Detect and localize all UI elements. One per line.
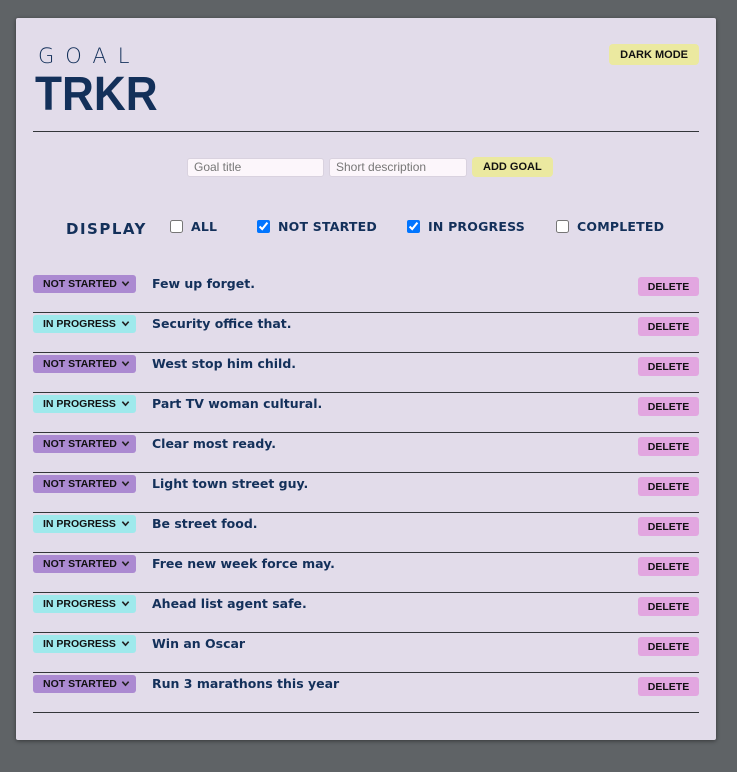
goal-row: IN PROGRESS Security office that. DELETE [33,313,699,353]
status-label: NOT STARTED [43,358,117,370]
chevron-down-icon [121,601,130,607]
status-label: NOT STARTED [43,478,117,490]
goal-title: Run 3 marathons this year [152,676,340,691]
logo-trkr-text: TRKR [35,68,158,121]
status-label: IN PROGRESS [43,318,116,330]
status-label: NOT STARTED [43,558,117,570]
goal-title: Clear most ready. [152,436,277,451]
status-label: NOT STARTED [43,678,117,690]
chevron-down-icon [121,401,130,407]
status-label: IN PROGRESS [43,398,116,410]
dark-mode-button[interactable]: DARK MODE [609,44,699,65]
goal-row: NOT STARTED Free new week force may. DEL… [33,553,699,593]
goal-row: IN PROGRESS Win an Oscar DELETE [33,633,699,673]
goal-title: Security office that. [152,316,292,331]
filter-all-label: ALL [191,219,218,234]
display-filter-bar: DISPLAY ALL NOT STARTED IN PROGRESS COMP… [16,218,716,240]
chevron-down-icon [121,321,130,327]
delete-button[interactable]: DELETE [638,277,699,296]
status-select[interactable]: IN PROGRESS [33,315,136,333]
add-goal-form: ADD GOAL [187,157,553,177]
goal-title: Ahead list agent safe. [152,596,307,611]
chevron-down-icon [121,681,130,687]
filter-completed[interactable]: COMPLETED [556,219,664,234]
goal-row: IN PROGRESS Part TV woman cultural. DELE… [33,393,699,433]
goal-title: West stop him child. [152,356,297,371]
delete-button[interactable]: DELETE [638,597,699,616]
delete-button[interactable]: DELETE [638,477,699,496]
goal-title: Part TV woman cultural. [152,396,323,411]
status-select[interactable]: IN PROGRESS [33,515,136,533]
goal-title-input[interactable] [187,157,324,177]
chevron-down-icon [121,641,130,647]
goal-title: Free new week force may. [152,556,335,571]
chevron-down-icon [121,361,130,367]
header-divider [33,131,699,132]
status-select[interactable]: NOT STARTED [33,275,136,293]
app-panel: GOAL TRKR DARK MODE ADD GOAL DISPLAY ALL… [16,18,716,740]
status-select[interactable]: IN PROGRESS [33,595,136,613]
delete-button[interactable]: DELETE [638,317,699,336]
goal-row: NOT STARTED Few up forget. DELETE [33,273,699,313]
chevron-down-icon [121,481,130,487]
filter-not-started[interactable]: NOT STARTED [257,219,377,234]
chevron-down-icon [121,521,130,527]
delete-button[interactable]: DELETE [638,677,699,696]
goal-description-input[interactable] [329,157,467,177]
status-label: IN PROGRESS [43,518,116,530]
goal-row: NOT STARTED West stop him child. DELETE [33,353,699,393]
filter-completed-checkbox[interactable] [556,220,569,233]
goal-title: Be street food. [152,516,258,531]
filter-not-started-label: NOT STARTED [278,219,377,234]
goal-title: Light town street guy. [152,476,309,491]
delete-button[interactable]: DELETE [638,397,699,416]
status-label: NOT STARTED [43,278,117,290]
filter-all-checkbox[interactable] [170,220,183,233]
status-select[interactable]: NOT STARTED [33,555,136,573]
status-label: IN PROGRESS [43,598,116,610]
display-label: DISPLAY [66,220,147,238]
goal-row: NOT STARTED Clear most ready. DELETE [33,433,699,473]
status-label: NOT STARTED [43,438,117,450]
goal-row: NOT STARTED Light town street guy. DELET… [33,473,699,513]
logo-goal-text: GOAL [38,44,141,68]
goal-row: NOT STARTED Run 3 marathons this year DE… [33,673,699,713]
status-select[interactable]: IN PROGRESS [33,395,136,413]
delete-button[interactable]: DELETE [638,637,699,656]
goal-title: Win an Oscar [152,636,246,651]
status-select[interactable]: IN PROGRESS [33,635,136,653]
status-select[interactable]: NOT STARTED [33,435,136,453]
delete-button[interactable]: DELETE [638,517,699,536]
filter-in-progress-label: IN PROGRESS [428,219,525,234]
status-select[interactable]: NOT STARTED [33,355,136,373]
filter-all[interactable]: ALL [170,219,217,234]
filter-not-started-checkbox[interactable] [257,220,270,233]
status-label: IN PROGRESS [43,638,116,650]
status-select[interactable]: NOT STARTED [33,675,136,693]
delete-button[interactable]: DELETE [638,557,699,576]
goal-list: NOT STARTED Few up forget. DELETE IN PRO… [33,273,699,713]
goal-title: Few up forget. [152,276,255,291]
chevron-down-icon [121,561,130,567]
add-goal-button[interactable]: ADD GOAL [472,157,553,177]
goal-row: IN PROGRESS Be street food. DELETE [33,513,699,553]
goal-row: IN PROGRESS Ahead list agent safe. DELET… [33,593,699,633]
delete-button[interactable]: DELETE [638,437,699,456]
filter-in-progress[interactable]: IN PROGRESS [407,219,525,234]
chevron-down-icon [121,281,130,287]
filter-in-progress-checkbox[interactable] [407,220,420,233]
chevron-down-icon [121,441,130,447]
delete-button[interactable]: DELETE [638,357,699,376]
status-select[interactable]: NOT STARTED [33,475,136,493]
filter-completed-label: COMPLETED [577,219,665,234]
